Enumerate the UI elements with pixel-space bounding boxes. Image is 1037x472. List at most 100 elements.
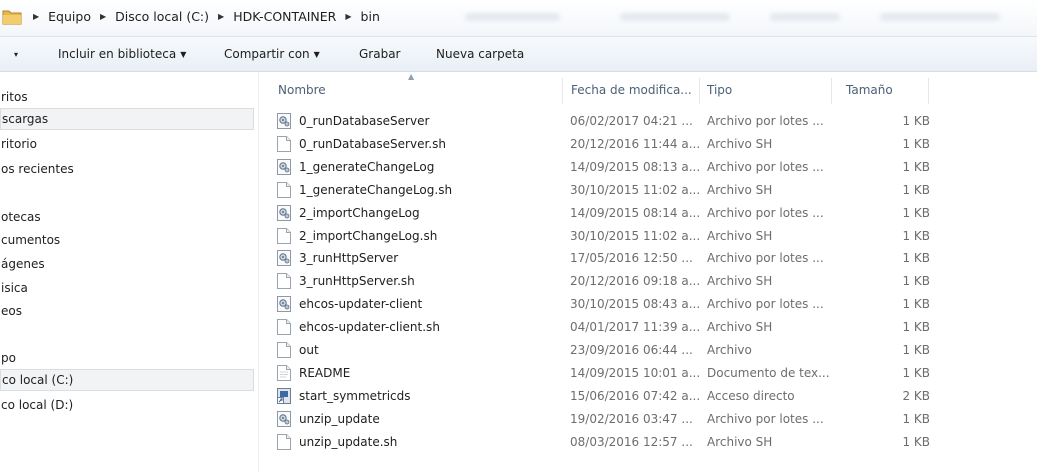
new-folder-button[interactable]: Nueva carpeta xyxy=(436,47,524,61)
file-row[interactable]: 0_runDatabaseServer.sh 20/12/2016 11:44 a… xyxy=(274,133,974,155)
batch-file-icon xyxy=(277,158,291,175)
nav-item-favoritos[interactable]: ritos xyxy=(0,86,254,108)
blurred-address-region xyxy=(770,13,840,21)
breadcrumb-equipo[interactable]: Equipo xyxy=(46,9,93,24)
document-icon xyxy=(277,342,291,358)
text-document-icon xyxy=(277,364,291,381)
folder-icon xyxy=(2,10,22,25)
batch-file-icon xyxy=(277,113,291,129)
burn-button[interactable]: Grabar xyxy=(359,47,401,61)
file-name: 2_importChangeLog.sh xyxy=(299,228,438,243)
column-header-size[interactable]: Tamaño xyxy=(846,83,893,97)
file-row[interactable]: start_symmetricds 15/06/2016 07:42 a... Ac… xyxy=(274,385,974,407)
nav-item-bibliotecas[interactable]: otecas xyxy=(0,206,254,228)
file-type: Acceso directo xyxy=(707,388,795,403)
chevron-down-icon: ▾ xyxy=(14,50,19,59)
file-type: Archivo SH xyxy=(707,182,773,197)
nav-item-imagenes[interactable]: ágenes xyxy=(0,253,254,275)
file-date-modified: 14/09/2015 10:01 a... xyxy=(570,365,701,380)
column-header-row: ▲ Nombre Fecha de modifica... Tipo Tamañ… xyxy=(260,72,1037,108)
column-header-type[interactable]: Tipo xyxy=(707,83,732,97)
file-type: Documento de tex... xyxy=(707,365,830,380)
file-date-modified: 30/10/2015 08:43 a... xyxy=(570,297,701,312)
nav-item-videos[interactable]: eos xyxy=(0,300,254,322)
file-type: Archivo SH xyxy=(707,320,773,335)
chevron-down-icon: ▼ xyxy=(180,50,187,59)
file-type: Archivo xyxy=(707,343,752,357)
file-size: 1 KB xyxy=(902,343,930,357)
file-date-modified: 30/10/2015 11:02 a... xyxy=(570,182,701,197)
chevron-right-icon[interactable]: ▶ xyxy=(345,12,351,21)
file-date-modified: 17/05/2016 12:50 ... xyxy=(570,251,693,266)
nav-item-musica[interactable]: isica xyxy=(0,277,254,299)
file-size: 1 KB xyxy=(902,251,930,266)
file-row[interactable]: unzip_update 19/02/2016 03:47 ... Archivo … xyxy=(274,408,974,430)
pane-divider[interactable] xyxy=(258,72,259,472)
file-size: 1 KB xyxy=(902,434,930,449)
file-size: 1 KB xyxy=(902,136,930,151)
file-size: 1 KB xyxy=(902,228,930,243)
file-size: 1 KB xyxy=(902,114,930,128)
file-row[interactable]: out 23/09/2016 06:44 ... Archivo 1 KB xyxy=(274,339,974,361)
nav-item-sitios-recientes[interactable]: os recientes xyxy=(0,158,254,180)
document-icon xyxy=(277,227,291,244)
batch-file-icon xyxy=(277,250,291,267)
chevron-right-icon[interactable]: ▶ xyxy=(218,12,224,21)
breadcrumb-hdk-container[interactable]: HDK-CONTAINER xyxy=(231,9,338,24)
file-size: 1 KB xyxy=(902,320,930,335)
organize-dropdown[interactable]: ▾ xyxy=(10,47,18,61)
file-row[interactable]: 0_runDatabaseServer 06/02/2017 04:21 ... A… xyxy=(274,110,974,132)
column-divider[interactable] xyxy=(831,78,832,104)
file-row[interactable]: 3_runHttpServer.sh 20/12/2016 09:18 a... A… xyxy=(274,270,974,292)
nav-item-escritorio[interactable]: ritorio xyxy=(0,133,254,155)
column-header-date[interactable]: Fecha de modifica... xyxy=(571,83,692,97)
file-type: Archivo SH xyxy=(707,228,773,243)
file-date-modified: 14/09/2015 08:13 a... xyxy=(570,159,701,174)
chevron-right-icon[interactable]: ▶ xyxy=(33,12,39,21)
file-row[interactable]: 3_runHttpServer 17/05/2016 12:50 ... Archi… xyxy=(274,247,974,269)
file-row[interactable]: 1_generateChangeLog 14/09/2015 08:13 a...… xyxy=(274,156,974,178)
file-row[interactable]: 2_importChangeLog 14/09/2015 08:14 a... Ar… xyxy=(274,202,974,224)
nav-item-disco-local-c[interactable]: co local (C:) xyxy=(0,369,254,391)
share-with-button[interactable]: Compartir con ▼ xyxy=(224,47,320,61)
file-type: Archivo SH xyxy=(707,136,773,151)
file-date-modified: 06/02/2017 04:21 ... xyxy=(570,114,693,128)
file-name: 3_runHttpServer.sh xyxy=(299,274,415,289)
column-divider[interactable] xyxy=(928,78,929,104)
file-row[interactable]: ehcos-updater-client.sh 04/01/2017 11:39 … xyxy=(274,316,974,338)
batch-file-icon xyxy=(277,204,291,221)
shortcut-icon xyxy=(277,387,291,404)
file-type: Archivo por lotes ... xyxy=(707,205,824,220)
column-divider[interactable] xyxy=(562,78,563,104)
column-divider[interactable] xyxy=(699,78,700,104)
chevron-right-icon[interactable]: ▶ xyxy=(100,12,106,21)
file-row[interactable]: 2_importChangeLog.sh 30/10/2015 11:02 a..… xyxy=(274,225,974,247)
file-row[interactable]: ehcos-updater-client 30/10/2015 08:43 a..… xyxy=(274,293,974,315)
file-date-modified: 08/03/2016 12:57 ... xyxy=(570,434,693,449)
breadcrumb-disco-local-c[interactable]: Disco local (C:) xyxy=(113,9,211,24)
batch-file-icon xyxy=(277,410,291,427)
file-row[interactable]: unzip_update.sh 08/03/2016 12:57 ... Archi… xyxy=(274,431,974,453)
column-header-name[interactable]: Nombre xyxy=(278,83,326,97)
breadcrumb-bin[interactable]: bin xyxy=(359,9,382,24)
document-icon xyxy=(277,433,291,450)
file-name: start_symmetricds xyxy=(299,388,411,403)
include-library-button[interactable]: Incluir en biblioteca ▼ xyxy=(58,47,186,61)
file-row[interactable]: README 14/09/2015 10:01 a... Documento de … xyxy=(274,362,974,384)
file-name: 1_generateChangeLog.sh xyxy=(299,182,453,197)
nav-item-equipo[interactable]: po xyxy=(0,347,254,369)
document-icon xyxy=(277,181,291,198)
address-bar[interactable]: ▶ Equipo ▶ Disco local (C:) ▶ HDK-CONTAI… xyxy=(0,0,1037,37)
file-date-modified: 30/10/2015 11:02 a... xyxy=(570,228,701,243)
file-date-modified: 20/12/2016 11:44 a... xyxy=(570,136,701,151)
nav-item-disco-local-d[interactable]: co local (D:) xyxy=(0,394,254,416)
file-type: Archivo por lotes ... xyxy=(707,159,824,174)
file-name: unzip_update.sh xyxy=(299,434,398,449)
nav-item-documentos[interactable]: cumentos xyxy=(0,229,254,251)
file-size: 1 KB xyxy=(902,182,930,197)
file-name: 2_importChangeLog xyxy=(299,205,420,220)
file-name: 3_runHttpServer xyxy=(299,251,399,266)
nav-item-descargas[interactable]: scargas xyxy=(0,108,254,130)
file-date-modified: 04/01/2017 11:39 a... xyxy=(570,320,701,335)
file-row[interactable]: 1_generateChangeLog.sh 30/10/2015 11:02 a… xyxy=(274,179,974,201)
